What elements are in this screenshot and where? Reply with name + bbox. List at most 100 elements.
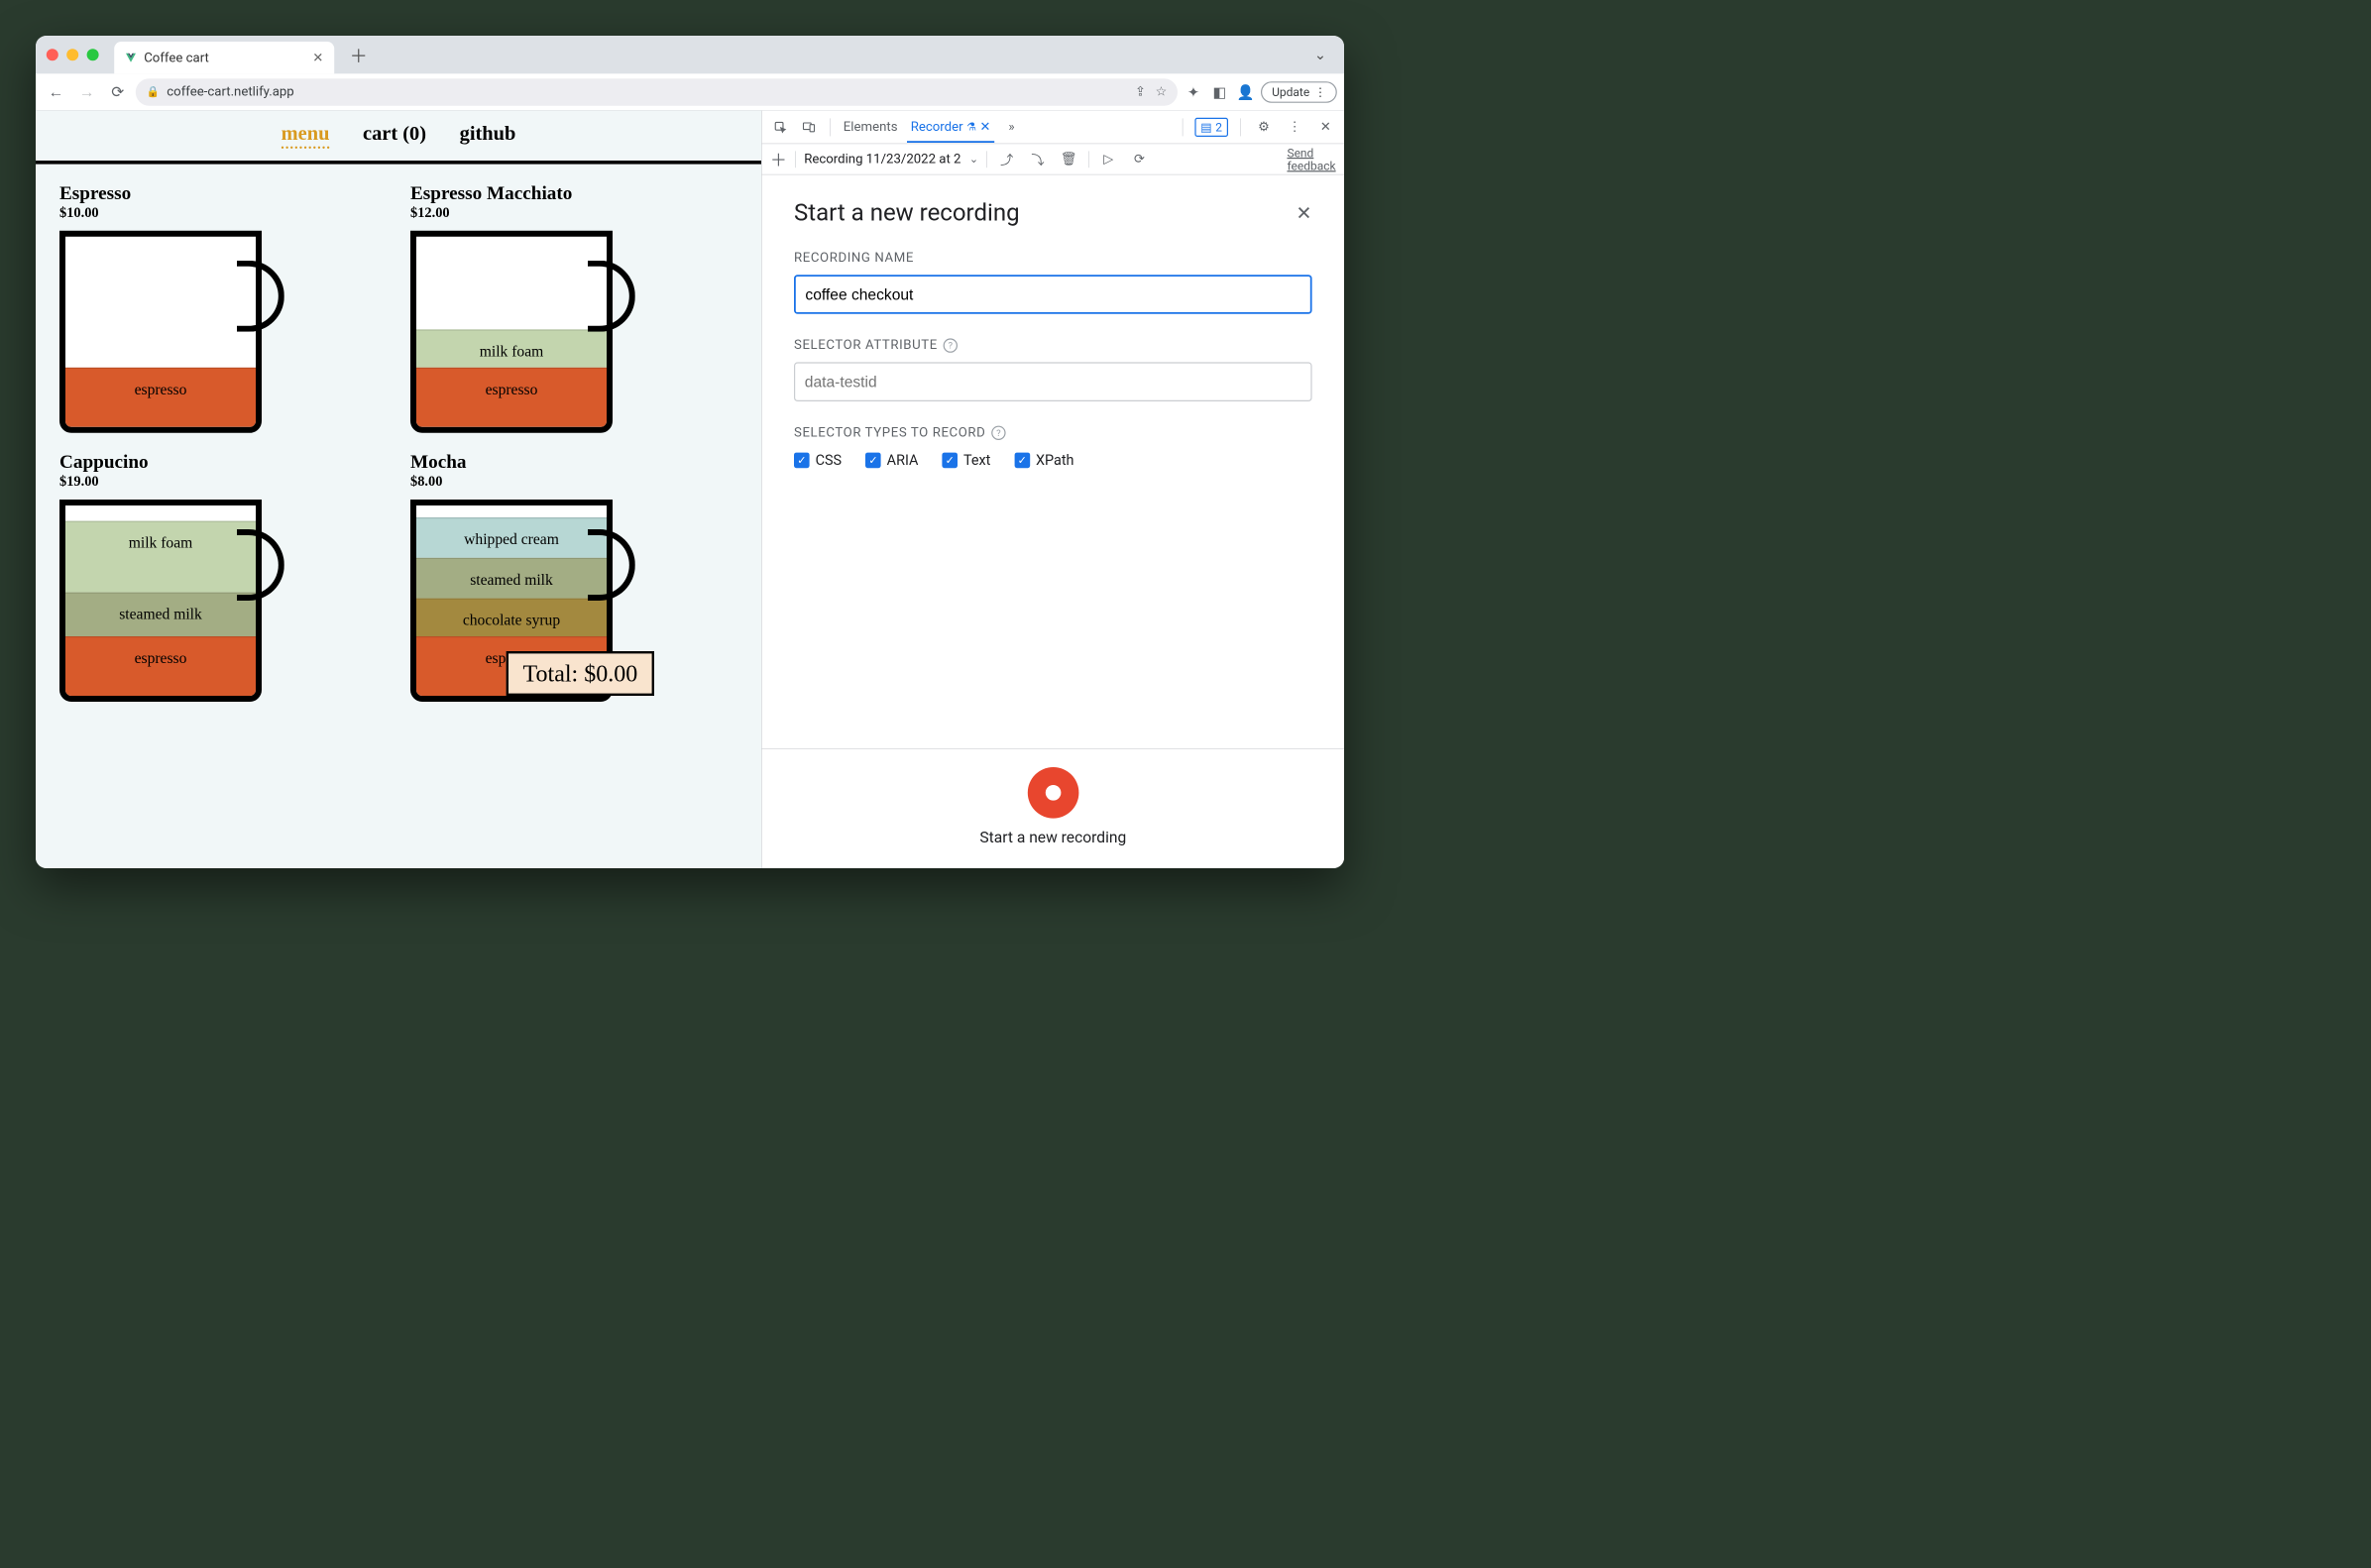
- item-name: Cappucino: [59, 451, 387, 473]
- share-icon[interactable]: ⇪: [1135, 84, 1146, 99]
- inspect-icon[interactable]: [769, 116, 792, 139]
- webpage: menu cart (0) github Espresso$10.00 espre…: [36, 111, 761, 868]
- item-price: $19.00: [59, 474, 387, 490]
- close-tab-icon[interactable]: ✕: [979, 120, 990, 135]
- tabs-dropdown-button[interactable]: ⌄: [1314, 47, 1326, 63]
- cup-layer: chocolate syrup: [416, 599, 607, 636]
- vue-favicon-icon: [125, 52, 137, 63]
- recorder-toolbar: ＋ Recording 11/23/2022 at 2 ⌄ ⤴ ⤵ 🗑 ▷ ⟳ …: [762, 144, 1344, 174]
- play-icon[interactable]: ▷: [1097, 148, 1120, 170]
- reload-button[interactable]: ⟳: [105, 79, 131, 105]
- back-button[interactable]: ←: [43, 79, 68, 105]
- selector-type-check[interactable]: ✓XPath: [1014, 452, 1073, 469]
- total-box[interactable]: Total: $0.00: [507, 651, 654, 696]
- checkbox-icon: ✓: [942, 453, 958, 469]
- cup-layer: steamed milk: [65, 593, 256, 636]
- bookmark-icon[interactable]: ☆: [1156, 84, 1168, 99]
- forward-button[interactable]: →: [73, 79, 99, 105]
- item-price: $10.00: [59, 205, 387, 221]
- minimize-window-button[interactable]: [66, 49, 78, 60]
- issues-badge[interactable]: ▤ 2: [1194, 118, 1228, 137]
- import-icon[interactable]: ⤵: [1027, 148, 1050, 170]
- chevron-down-icon[interactable]: ⌄: [969, 153, 978, 166]
- delete-icon[interactable]: 🗑: [1058, 148, 1080, 170]
- maximize-window-button[interactable]: [87, 49, 99, 60]
- help-icon[interactable]: ?: [991, 425, 1005, 439]
- page-nav: menu cart (0) github: [36, 111, 761, 165]
- cup-layer: espresso: [65, 368, 256, 427]
- extensions-icon[interactable]: ✦: [1183, 81, 1204, 103]
- record-button-label: Start a new recording: [979, 829, 1126, 846]
- item-name: Espresso: [59, 182, 387, 204]
- settings-icon[interactable]: ⚙: [1253, 116, 1276, 139]
- update-button[interactable]: Update⋮: [1261, 81, 1337, 103]
- menu-item[interactable]: Espresso Macchiato$12.00 milk foamespress…: [410, 182, 737, 433]
- tab-elements[interactable]: Elements: [840, 111, 901, 143]
- menu-item[interactable]: Mocha$8.00 whipped creamsteamed milkchoco…: [410, 451, 737, 702]
- speed-icon[interactable]: ⟳: [1128, 148, 1151, 170]
- tab-recorder[interactable]: Recorder ⚗ ✕: [907, 111, 994, 143]
- send-feedback-link[interactable]: Sendfeedback: [1287, 146, 1335, 171]
- selector-attr-input[interactable]: [794, 362, 1312, 401]
- recorder-footer: Start a new recording: [762, 748, 1344, 868]
- new-tab-button[interactable]: ＋: [350, 42, 368, 67]
- panel-title: Start a new recording ✕: [794, 198, 1312, 226]
- cup-graphic: milk foamespresso: [410, 231, 648, 433]
- device-toggle-icon[interactable]: [798, 116, 821, 139]
- sidepanel-icon[interactable]: ◧: [1208, 81, 1230, 103]
- new-recording-button[interactable]: ＋: [770, 148, 787, 171]
- cup-layer: espresso: [416, 368, 607, 427]
- message-icon: ▤: [1200, 120, 1211, 134]
- close-tab-button[interactable]: ✕: [312, 51, 323, 65]
- lock-icon: 🔒: [147, 85, 160, 98]
- label-selector-types: SELECTOR TYPES TO RECORD ?: [794, 425, 1312, 440]
- cup-layer: milk foam: [416, 329, 607, 367]
- cup-graphic: milk foamsteamed milkespresso: [59, 500, 297, 702]
- label-selector-attr: SELECTOR ATTRIBUTE ?: [794, 338, 1312, 353]
- window-controls: [47, 49, 99, 60]
- export-icon[interactable]: ⤴: [995, 148, 1018, 170]
- devtools-tabs: Elements Recorder ⚗ ✕ » ▤ 2 ⚙ ⋮ ✕: [762, 111, 1344, 145]
- cup-layer: whipped cream: [416, 517, 607, 558]
- selector-type-check[interactable]: ✓Text: [942, 452, 990, 469]
- selector-type-check[interactable]: ✓ARIA: [865, 452, 918, 469]
- item-name: Espresso Macchiato: [410, 182, 737, 204]
- url-text: coffee-cart.netlify.app: [167, 84, 293, 99]
- nav-menu[interactable]: menu: [282, 123, 330, 149]
- nav-github[interactable]: github: [460, 123, 516, 149]
- browser-window: Coffee cart ✕ ＋ ⌄ ← → ⟳ 🔒 coffee-cart.ne…: [36, 36, 1344, 868]
- nav-cart[interactable]: cart (0): [363, 123, 426, 149]
- cup-graphic: espresso: [59, 231, 297, 433]
- profile-icon[interactable]: 👤: [1235, 81, 1257, 103]
- close-devtools-icon[interactable]: ✕: [1314, 116, 1337, 139]
- help-icon[interactable]: ?: [944, 338, 958, 352]
- recording-name-input[interactable]: [794, 275, 1312, 314]
- kebab-menu-icon[interactable]: ⋮: [1284, 116, 1306, 139]
- url-bar: ← → ⟳ 🔒 coffee-cart.netlify.app ⇪ ☆ ✦ ◧ …: [36, 73, 1344, 110]
- menu-grid: Espresso$10.00espressoEspresso Macchiato…: [36, 165, 761, 720]
- cup-layer: steamed milk: [416, 558, 607, 599]
- omnibox[interactable]: 🔒 coffee-cart.netlify.app ⇪ ☆: [136, 78, 1178, 106]
- checkbox-icon: ✓: [794, 453, 810, 469]
- checkbox-icon: ✓: [865, 453, 881, 469]
- checkbox-icon: ✓: [1014, 453, 1030, 469]
- browser-tab[interactable]: Coffee cart ✕: [114, 42, 334, 73]
- devtools-panel: Elements Recorder ⚗ ✕ » ▤ 2 ⚙ ⋮ ✕: [761, 111, 1344, 868]
- close-panel-icon[interactable]: ✕: [1297, 201, 1312, 224]
- item-price: $8.00: [410, 474, 737, 490]
- cup-layer: espresso: [65, 636, 256, 696]
- label-recording-name: RECORDING NAME: [794, 251, 1312, 266]
- selector-type-check[interactable]: ✓CSS: [794, 452, 842, 469]
- titlebar: Coffee cart ✕ ＋ ⌄: [36, 36, 1344, 73]
- item-name: Mocha: [410, 451, 737, 473]
- close-window-button[interactable]: [47, 49, 58, 60]
- menu-item[interactable]: Cappucino$19.00 milk foamsteamed milkespr…: [59, 451, 387, 702]
- item-price: $12.00: [410, 205, 737, 221]
- menu-item[interactable]: Espresso$10.00 espresso: [59, 182, 387, 433]
- recording-selector[interactable]: Recording 11/23/2022 at 2: [804, 152, 960, 167]
- record-button[interactable]: [1028, 767, 1079, 819]
- beaker-icon: ⚗: [966, 121, 976, 134]
- selector-types-checks: ✓CSS ✓ARIA ✓Text ✓XPath: [794, 452, 1312, 469]
- more-tabs-icon[interactable]: »: [1000, 116, 1023, 139]
- cup-layer: milk foam: [65, 521, 256, 593]
